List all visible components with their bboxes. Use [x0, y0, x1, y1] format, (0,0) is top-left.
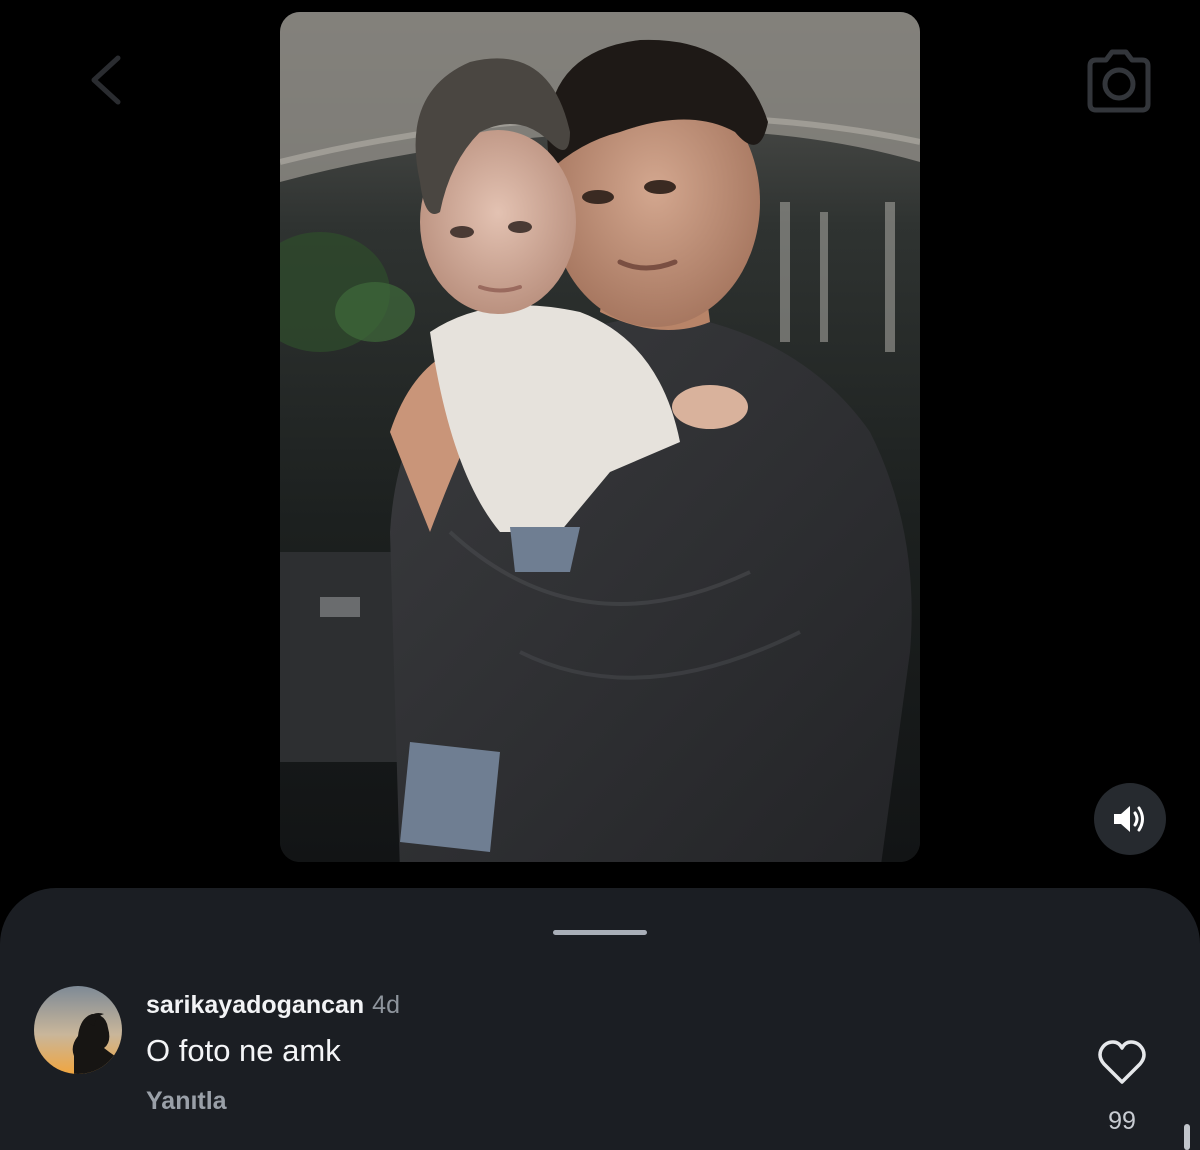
comment-text: O foto ne amk [146, 1033, 341, 1068]
sound-toggle-button[interactable] [1094, 783, 1166, 855]
reply-button[interactable]: Yanıtla [146, 1086, 227, 1116]
avatar[interactable] [34, 986, 122, 1074]
story-photo[interactable] [280, 12, 920, 862]
comment-header: sarikayadogancan 4d [146, 990, 400, 1020]
avatar-image [34, 986, 122, 1074]
like-count: 99 [1108, 1107, 1136, 1135]
scrollbar[interactable] [1184, 1124, 1190, 1150]
back-button[interactable] [80, 50, 140, 110]
chevron-left-icon [91, 55, 121, 105]
photo-illustration [280, 12, 920, 862]
camera-button[interactable] [1082, 46, 1156, 116]
comment-username[interactable]: sarikayadogancan [146, 991, 364, 1019]
camera-icon [1087, 49, 1151, 113]
comment-timestamp: 4d [372, 991, 400, 1019]
story-viewer: sarikayadogancan 4d O foto ne amk Yanıtla… [0, 0, 1200, 1150]
heart-icon [1098, 1040, 1146, 1084]
sheet-drag-handle[interactable] [553, 930, 647, 935]
like-button[interactable] [1096, 1038, 1148, 1086]
comment-sheet: sarikayadogancan 4d O foto ne amk Yanıtla… [0, 888, 1200, 1150]
speaker-on-icon [1114, 806, 1144, 832]
